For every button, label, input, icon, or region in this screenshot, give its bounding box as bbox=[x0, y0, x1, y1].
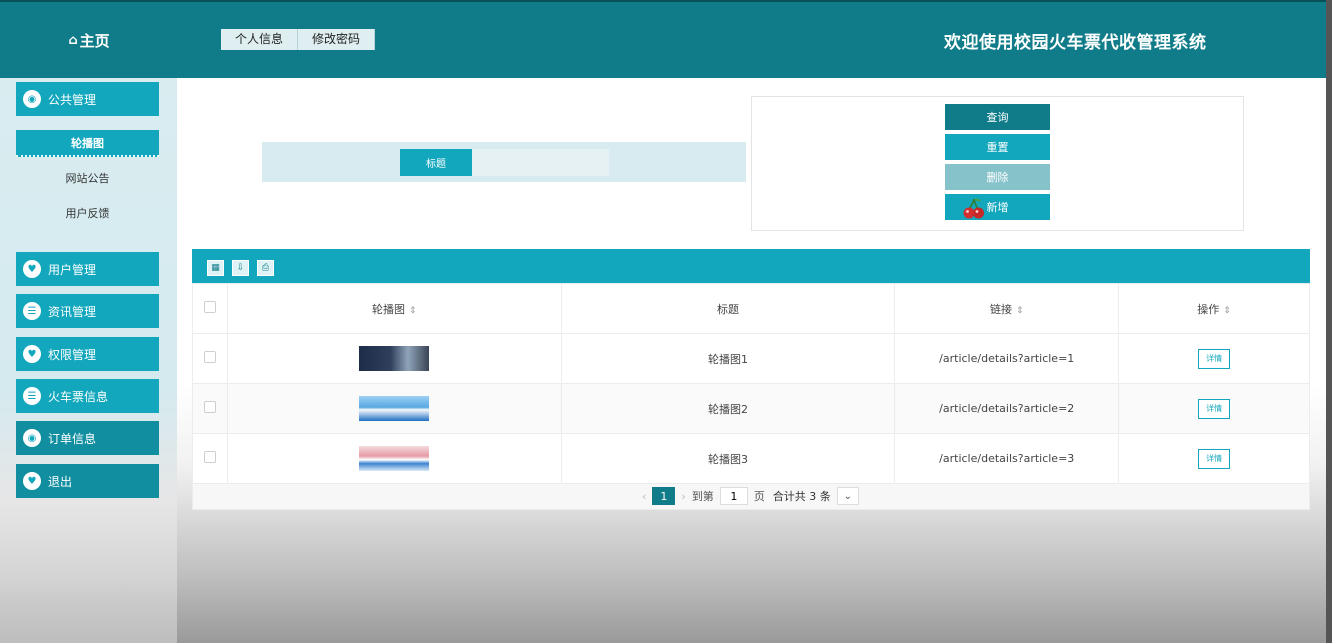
column-header-image[interactable]: 轮播图 ⇕ bbox=[226, 283, 562, 334]
image-cell bbox=[226, 333, 562, 384]
table-toolbar bbox=[192, 249, 1310, 283]
data-table: 轮播图 ⇕ 标题 链接 ⇕ 操作 ⇕ 轮播图1 /article/details?ar… bbox=[192, 283, 1310, 484]
banner-thumbnail[interactable] bbox=[359, 446, 430, 471]
column-header-title: 标题 bbox=[560, 283, 896, 334]
query-button[interactable]: 查询 bbox=[945, 104, 1050, 130]
page-size-select[interactable]: ⌄ bbox=[836, 487, 859, 505]
heart-icon: ♥ bbox=[23, 345, 41, 363]
action-cell: 详情 bbox=[1118, 333, 1310, 384]
goto-page-input[interactable] bbox=[719, 487, 748, 505]
top-tabs: 个人信息 修改密码 bbox=[221, 29, 376, 50]
detail-button[interactable]: 详情 bbox=[1198, 398, 1231, 419]
next-page-icon[interactable]: › bbox=[681, 490, 685, 503]
sidebar-menu-logout[interactable]: ♥ 退出 bbox=[16, 464, 159, 498]
cherry-icon bbox=[963, 198, 984, 219]
sidebar-item-carousel[interactable]: 轮播图 bbox=[16, 130, 159, 157]
home-icon: ⌂ bbox=[68, 32, 78, 48]
sidebar-menu-users[interactable]: ♥ 用户管理 bbox=[16, 252, 159, 286]
table-row: 轮播图1 /article/details?article=1 详情 bbox=[192, 333, 1310, 384]
menu-label: 公共管理 bbox=[48, 92, 97, 107]
menu-label: 火车票信息 bbox=[48, 389, 109, 404]
title-cell: 轮播图2 bbox=[560, 383, 896, 434]
link-cell: /article/details?article=3 bbox=[894, 433, 1120, 484]
sidebar-menu-permissions[interactable]: ♥ 权限管理 bbox=[16, 337, 159, 371]
banner-thumbnail[interactable] bbox=[359, 346, 430, 371]
column-label: 链接 bbox=[989, 302, 1012, 316]
home-label: 主页 bbox=[79, 31, 110, 50]
home-link[interactable]: ⌂ 主页 bbox=[0, 2, 178, 78]
column-header-link[interactable]: 链接 ⇕ bbox=[894, 283, 1120, 334]
sidebar-item-feedback[interactable]: 用户反馈 bbox=[16, 200, 159, 227]
tab-change-password[interactable]: 修改密码 bbox=[298, 29, 376, 50]
chat-icon: ◉ bbox=[23, 90, 41, 108]
sidebar-menu-news[interactable]: ☰ 资讯管理 bbox=[16, 294, 159, 328]
sort-icon: ⇕ bbox=[409, 305, 417, 316]
link-cell: /article/details?article=1 bbox=[894, 333, 1120, 384]
action-cell: 详情 bbox=[1118, 433, 1310, 484]
row-select-cell bbox=[192, 433, 228, 484]
image-cell bbox=[226, 383, 562, 434]
search-title-label: 标题 bbox=[400, 149, 472, 176]
pagination: ‹ 1 › 到第 页 合计共 3 条 ⌄ bbox=[636, 487, 859, 505]
heart-icon: ♥ bbox=[23, 260, 41, 278]
detail-button[interactable]: 详情 bbox=[1198, 348, 1231, 369]
top-header: ⌂ 主页 个人信息 修改密码 欢迎使用校园火车票代收管理系统 bbox=[0, 0, 1326, 78]
sidebar-item-notice[interactable]: 网站公告 bbox=[16, 165, 159, 192]
select-all-checkbox[interactable] bbox=[203, 301, 216, 313]
select-all-cell bbox=[192, 283, 228, 334]
search-title-input[interactable] bbox=[472, 149, 609, 176]
title-cell: 轮播图1 bbox=[560, 333, 896, 384]
menu-label: 资讯管理 bbox=[48, 304, 97, 319]
column-label: 标题 bbox=[716, 302, 739, 316]
reset-button[interactable]: 重置 bbox=[945, 134, 1050, 160]
sidebar-menu-orders[interactable]: ◉ 订单信息 bbox=[16, 421, 159, 455]
export-icon[interactable]: ⇩ bbox=[232, 260, 249, 276]
sidebar-menu-public[interactable]: ◉ 公共管理 bbox=[16, 82, 159, 116]
image-cell bbox=[226, 433, 562, 484]
row-checkbox[interactable] bbox=[203, 351, 216, 363]
table-row: 轮播图3 /article/details?article=3 详情 bbox=[192, 433, 1310, 484]
heart-icon: ♥ bbox=[23, 472, 41, 490]
column-label: 操作 bbox=[1197, 302, 1220, 316]
link-cell: /article/details?article=2 bbox=[894, 383, 1120, 434]
tab-personal-info[interactable]: 个人信息 bbox=[221, 29, 299, 50]
row-select-cell bbox=[192, 383, 228, 434]
list-icon: ☰ bbox=[23, 302, 41, 320]
action-cell: 详情 bbox=[1118, 383, 1310, 434]
menu-label: 用户管理 bbox=[48, 262, 97, 277]
menu-label: 退出 bbox=[48, 474, 73, 489]
sort-icon: ⇕ bbox=[1015, 305, 1024, 316]
goto-prefix: 到第 bbox=[691, 490, 714, 503]
menu-label: 权限管理 bbox=[48, 347, 97, 362]
window-edge bbox=[1326, 0, 1332, 643]
column-label: 轮播图 bbox=[372, 302, 406, 316]
total-count: 合计共 3 条 bbox=[772, 490, 831, 503]
menu-label: 订单信息 bbox=[48, 431, 97, 446]
goto-suffix: 页 bbox=[753, 490, 765, 503]
print-icon[interactable]: ⎙ bbox=[257, 260, 274, 276]
title-cell: 轮播图3 bbox=[560, 433, 896, 484]
sidebar-menu-tickets[interactable]: ☰ 火车票信息 bbox=[16, 379, 159, 413]
chat-icon: ◉ bbox=[23, 429, 41, 447]
list-icon: ☰ bbox=[23, 387, 41, 405]
system-title: 欢迎使用校园火车票代收管理系统 bbox=[944, 33, 1207, 53]
sort-icon: ⇕ bbox=[1223, 305, 1231, 316]
prev-page-icon[interactable]: ‹ bbox=[642, 490, 646, 503]
sidebar-fade bbox=[0, 578, 177, 643]
grid-icon[interactable]: ▦ bbox=[207, 260, 224, 276]
delete-button[interactable]: 删除 bbox=[945, 164, 1050, 190]
banner-thumbnail[interactable] bbox=[359, 396, 430, 421]
row-select-cell bbox=[192, 333, 228, 384]
chevron-down-icon: ⌄ bbox=[843, 490, 852, 502]
row-checkbox[interactable] bbox=[203, 401, 216, 413]
row-checkbox[interactable] bbox=[203, 451, 216, 463]
table-header: 轮播图 ⇕ 标题 链接 ⇕ 操作 ⇕ bbox=[192, 283, 1310, 334]
current-page[interactable]: 1 bbox=[652, 487, 676, 505]
detail-button[interactable]: 详情 bbox=[1198, 448, 1231, 469]
table-row: 轮播图2 /article/details?article=2 详情 bbox=[192, 383, 1310, 434]
add-button[interactable]: 新增 bbox=[945, 194, 1050, 220]
column-header-action[interactable]: 操作 ⇕ bbox=[1118, 283, 1310, 334]
